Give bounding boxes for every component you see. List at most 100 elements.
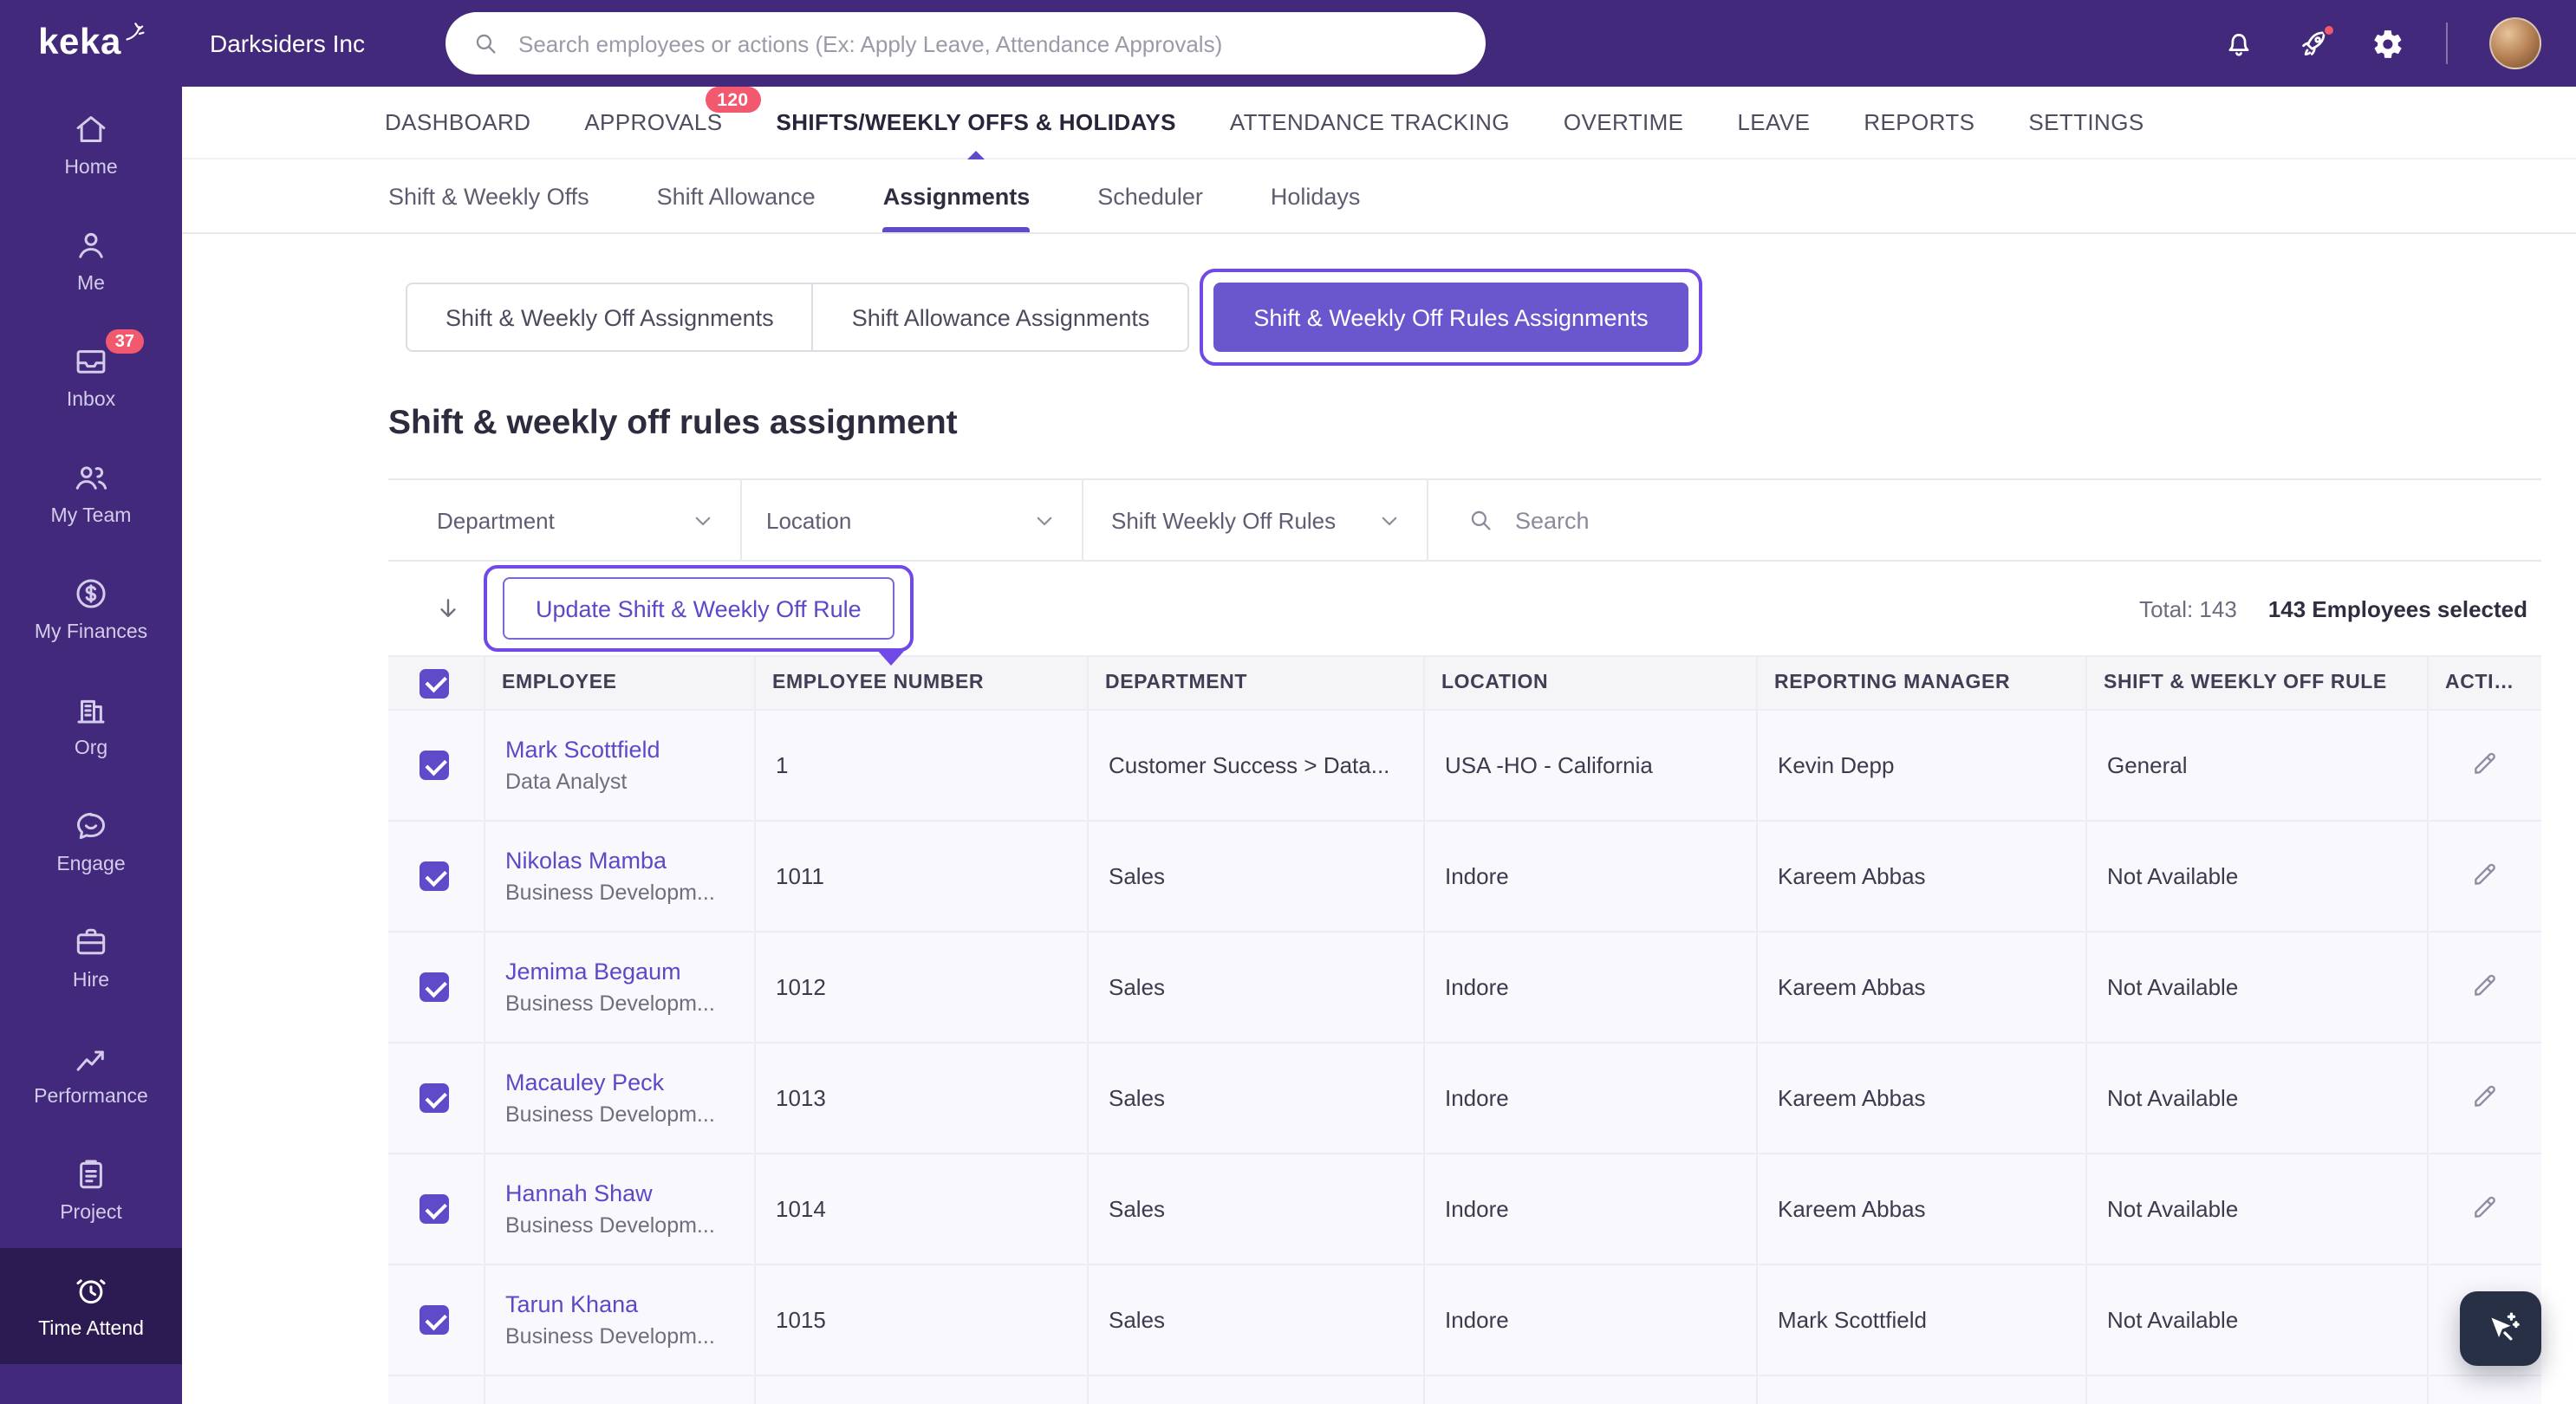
employee-name-link[interactable]: Hannah Shaw [505, 1180, 653, 1206]
edit-pencil-icon[interactable] [2469, 1081, 2499, 1110]
sidebar: keka Home Me 37 Inbox My Team My Finance… [0, 0, 182, 1404]
segment-shift-weekly-off-assignments[interactable]: Shift & Weekly Off Assignments [406, 283, 814, 352]
sidebar-item-hire[interactable]: Hire [0, 900, 182, 1016]
table-row: Macauley Peck Business Developm... 1013 … [388, 1042, 2541, 1154]
department-filter-dropdown[interactable]: Department [388, 480, 742, 560]
main-nav-approvals[interactable]: APPROVALS 120 [584, 87, 761, 135]
department-cell: Sales [1086, 1042, 1424, 1154]
table-row: Jemima Begaum Business Developm... 1012 … [388, 931, 2541, 1043]
department-cell: Sales [1086, 1264, 1424, 1376]
global-search[interactable] [446, 12, 1486, 75]
location-cell: Indore [1422, 1264, 1757, 1376]
whats-new-rocket-icon[interactable] [2297, 23, 2335, 60]
sidebar-item-project[interactable]: Project [0, 1132, 182, 1248]
main-nav-attendance-tracking[interactable]: ATTENDANCE TRACKING [1230, 109, 1510, 135]
edit-pencil-icon[interactable] [2469, 1192, 2499, 1221]
actions-cell [2426, 931, 2541, 1043]
table-header-row: EMPLOYEE EMPLOYEE NUMBER DEPARTMENT LOCA… [388, 655, 2541, 711]
shift-weekly-off-rules-filter-dropdown[interactable]: Shift Weekly Off Rules [1083, 480, 1428, 560]
chevron-down-icon [1376, 507, 1402, 533]
main-nav-dashboard[interactable]: DASHBOARD [385, 109, 530, 135]
shift-weekly-off-rule-cell: Not Available [2085, 1375, 2428, 1404]
actions-cell [2426, 1153, 2541, 1265]
main-nav-shifts-weekly-offs-holidays[interactable]: SHIFTS/WEEKLY OFFS & HOLIDAYS [777, 109, 1176, 135]
settings-gear-icon[interactable] [2371, 27, 2404, 60]
tab-scheduler[interactable]: Scheduler [1097, 159, 1203, 232]
sidebar-item-engage[interactable]: Engage [0, 783, 182, 900]
employee-name-link[interactable]: Mark Scottfield [505, 737, 660, 763]
hire-icon [73, 924, 109, 960]
row-select-cell [388, 931, 485, 1043]
annotation-caret [875, 648, 907, 666]
ai-assistant-button[interactable] [2460, 1291, 2541, 1366]
employee-name-link[interactable]: Macauley Peck [505, 1069, 664, 1095]
row-checkbox[interactable] [420, 1305, 449, 1336]
page-root: keka Home Me 37 Inbox My Team My Finance… [0, 0, 2576, 1404]
column-header: REPORTING MANAGER [1755, 655, 2086, 711]
edit-pencil-icon[interactable] [2469, 970, 2499, 999]
sidebar-item-label: Inbox [66, 390, 116, 411]
segment-shift-allowance-assignments[interactable]: Shift Allowance Assignments [813, 283, 1190, 352]
main-nav-label: LEAVE [1737, 109, 1811, 135]
main-nav-reports[interactable]: REPORTS [1864, 109, 1974, 135]
shift-weekly-off-rule-cell: Not Available [2085, 1042, 2428, 1154]
employee-name-link[interactable]: Jemima Begaum [505, 959, 681, 985]
user-avatar[interactable] [2489, 17, 2541, 69]
location-cell: Indore [1422, 1153, 1757, 1265]
sidebar-item-my-team[interactable]: My Team [0, 435, 182, 551]
main-nav-overtime[interactable]: OVERTIME [1564, 109, 1684, 135]
row-checkbox[interactable] [420, 861, 449, 892]
sidebar-nav: Home Me 37 Inbox My Team My Finances Org… [0, 87, 182, 1404]
department-cell: Sales [1086, 1375, 1424, 1404]
search-icon [472, 29, 499, 57]
sidebar-item-label: My Team [50, 506, 132, 527]
column-header: SHIFT & WEEKLY OFF RULE [2085, 655, 2428, 711]
my-finances-icon [73, 575, 109, 612]
main-nav-settings[interactable]: SETTINGS [2028, 109, 2143, 135]
row-checkbox[interactable] [420, 972, 449, 1003]
row-checkbox[interactable] [420, 751, 449, 781]
sidebar-item-time-attend[interactable]: Time Attend [0, 1248, 182, 1364]
topbar-divider [2446, 23, 2448, 64]
main-nav-label: SETTINGS [2028, 109, 2144, 135]
select-all-checkbox[interactable] [420, 668, 449, 698]
edit-pencil-icon[interactable] [2469, 748, 2499, 777]
edit-pencil-icon[interactable] [2469, 859, 2499, 888]
global-search-input[interactable] [515, 29, 1460, 58]
table-search[interactable] [1428, 480, 2541, 560]
main-nav-label: DASHBOARD [385, 109, 531, 135]
segment-shift-weekly-off-rules-assignments[interactable]: Shift & Weekly Off Rules Assignments [1213, 283, 1688, 352]
location-filter-dropdown[interactable]: Location [742, 480, 1083, 560]
update-shift-weekly-off-rule-button[interactable]: Update Shift & Weekly Off Rule [503, 577, 894, 640]
row-checkbox[interactable] [420, 1083, 449, 1114]
row-checkbox[interactable] [420, 1194, 449, 1225]
sidebar-item-inbox[interactable]: 37 Inbox [0, 319, 182, 435]
row-select-cell [388, 1264, 485, 1376]
tab-label: Assignments [882, 183, 1031, 209]
ai-cursor-icon [2481, 1309, 2521, 1349]
tab-shift-weekly-offs[interactable]: Shift & Weekly Offs [388, 159, 589, 232]
table-search-input[interactable] [1512, 505, 2541, 535]
selection-toolbar: Update Shift & Weekly Off Rule Total: 14… [388, 562, 2541, 666]
sidebar-item-badge: 37 [105, 329, 144, 354]
total-count: Total: 143 [2139, 595, 2237, 621]
sidebar-item-home[interactable]: Home [0, 87, 182, 203]
sidebar-item-me[interactable]: Me [0, 203, 182, 319]
notifications-bell-icon[interactable] [2222, 27, 2255, 60]
employee-name-link[interactable]: Nikolas Mamba [505, 848, 667, 874]
employee-name-link[interactable]: Tarun Khana [505, 1291, 638, 1317]
arrow-down-icon[interactable] [433, 594, 463, 623]
tab-shift-allowance[interactable]: Shift Allowance [657, 159, 816, 232]
tab-assignments[interactable]: Assignments [882, 159, 1031, 232]
annotation-highlight-update-button: Update Shift & Weekly Off Rule [484, 565, 914, 666]
keka-logo[interactable]: keka [0, 0, 182, 87]
inbox-icon [73, 343, 109, 380]
table-row: Tarun Khana Business Developm... 1015 Sa… [388, 1264, 2541, 1376]
main-nav-leave[interactable]: LEAVE [1737, 109, 1810, 135]
sidebar-item-performance[interactable]: Performance [0, 1016, 182, 1132]
sidebar-item-org[interactable]: Org [0, 667, 182, 783]
employee-role: Business Developm... [505, 991, 715, 1016]
tab-holidays[interactable]: Holidays [1271, 159, 1361, 232]
employee-number-cell: 1012 [753, 931, 1088, 1043]
sidebar-item-my-finances[interactable]: My Finances [0, 551, 182, 667]
